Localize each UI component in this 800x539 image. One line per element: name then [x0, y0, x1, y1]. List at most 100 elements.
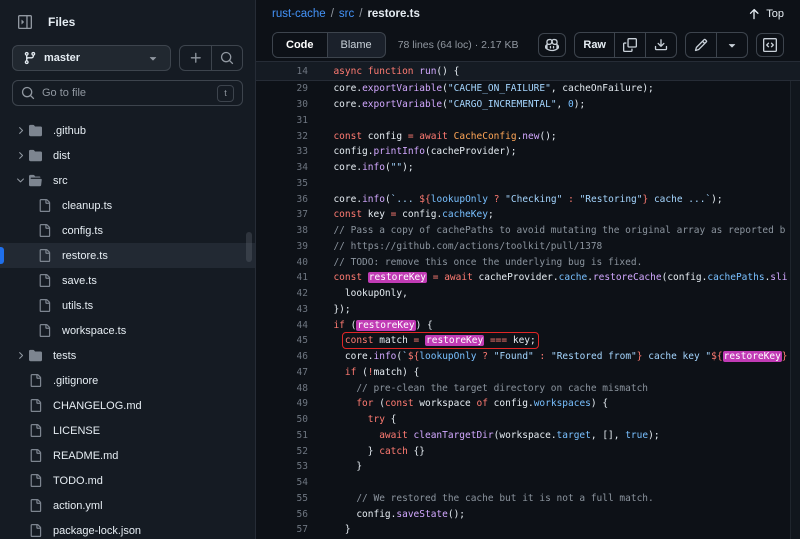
add-file-button[interactable] — [180, 46, 211, 70]
code-line-content: for (const workspace of config.workspace… — [322, 398, 608, 409]
tree-item-TODO.md[interactable]: TODO.md — [0, 468, 255, 493]
code-line: 40 // TODO: remove this once the underly… — [256, 254, 800, 270]
breadcrumb-repo-link[interactable]: rust-cache — [272, 8, 326, 20]
tree-item-save.ts[interactable]: save.ts — [0, 268, 255, 293]
line-number[interactable]: 42 — [256, 288, 308, 299]
code-line-content: } — [322, 524, 351, 535]
file-icon — [29, 498, 45, 514]
line-number[interactable]: 37 — [256, 209, 308, 220]
line-number[interactable]: 36 — [256, 194, 308, 205]
tree-item-label: dist — [53, 150, 70, 162]
line-number[interactable]: 40 — [256, 257, 308, 268]
shortcut-key-hint: t — [217, 85, 234, 102]
tree-item-.gitignore[interactable]: .gitignore — [0, 368, 255, 393]
line-number[interactable]: 29 — [256, 83, 308, 94]
code-line: 48 // pre-clean the target directory on … — [256, 380, 800, 396]
code-line-content: config.printInfo(cacheProvider); — [322, 146, 517, 157]
sidebar-scrollbar-thumb[interactable] — [246, 232, 252, 262]
line-number[interactable]: 35 — [256, 178, 308, 189]
edit-dropdown-button[interactable] — [716, 33, 747, 57]
tree-item-tests[interactable]: tests — [0, 343, 255, 368]
download-button[interactable] — [645, 33, 676, 57]
tree-item-README.md[interactable]: README.md — [0, 443, 255, 468]
line-number[interactable]: 55 — [256, 493, 308, 504]
folder-icon — [29, 123, 45, 139]
line-number[interactable]: 45 — [256, 335, 308, 346]
tree-item-config.ts[interactable]: config.ts — [0, 218, 255, 243]
tree-item-utils.ts[interactable]: utils.ts — [0, 293, 255, 318]
tree-item-restore.ts[interactable]: restore.ts — [0, 243, 255, 268]
code-line: 31 — [256, 113, 800, 129]
code-line: 39 // https://github.com/actions/toolkit… — [256, 239, 800, 255]
tree-item-CHANGELOG.md[interactable]: CHANGELOG.md — [0, 393, 255, 418]
copilot-button[interactable] — [538, 33, 566, 57]
line-number[interactable]: 54 — [256, 477, 308, 488]
line-number[interactable]: 46 — [256, 351, 308, 362]
line-number[interactable]: 47 — [256, 367, 308, 378]
symbols-panel-button[interactable] — [756, 33, 784, 57]
line-number[interactable]: 33 — [256, 146, 308, 157]
line-number[interactable]: 51 — [256, 430, 308, 441]
line-number[interactable]: 50 — [256, 414, 308, 425]
tree-item-dist[interactable]: dist — [0, 143, 255, 168]
breadcrumb-src-link[interactable]: src — [339, 8, 354, 20]
tree-item-label: package-lock.json — [53, 525, 141, 537]
line-number[interactable]: 30 — [256, 99, 308, 110]
code-scrollbar-track[interactable] — [790, 62, 800, 539]
branch-selector[interactable]: master — [12, 45, 171, 71]
line-number[interactable]: 48 — [256, 383, 308, 394]
line-number[interactable]: 56 — [256, 509, 308, 520]
line-number[interactable]: 32 — [256, 131, 308, 142]
breadcrumb-current-file: restore.ts — [367, 8, 419, 20]
tree-item-.github[interactable]: .github — [0, 118, 255, 143]
line-number[interactable]: 31 — [256, 115, 308, 126]
code-line: 29 core.exportVariable("CACHE_ON_FAILURE… — [256, 81, 800, 97]
search-match-highlight: restoreKey — [356, 320, 415, 331]
tree-item-src[interactable]: src — [0, 168, 255, 193]
line-number[interactable]: 38 — [256, 225, 308, 236]
tree-item-LICENSE[interactable]: LICENSE — [0, 418, 255, 443]
collapse-file-tree-button[interactable] — [12, 9, 38, 35]
line-number[interactable]: 39 — [256, 241, 308, 252]
scroll-to-top-button[interactable]: Top — [747, 7, 784, 21]
tab-code[interactable]: Code — [273, 33, 328, 57]
breadcrumb-separator: / — [359, 8, 362, 20]
code-line: 42 lookupOnly, — [256, 286, 800, 302]
line-number[interactable]: 52 — [256, 446, 308, 457]
line-number[interactable]: 41 — [256, 272, 308, 283]
tree-item-label: cleanup.ts — [62, 200, 112, 212]
folder-icon — [29, 148, 45, 164]
code-line-content: } — [322, 461, 362, 472]
code-line: 33 config.printInfo(cacheProvider); — [256, 144, 800, 160]
tree-item-label: src — [53, 175, 68, 187]
edit-file-button[interactable] — [686, 33, 716, 57]
code-line-content: // https://github.com/actions/toolkit/pu… — [322, 241, 602, 252]
line-number[interactable]: 49 — [256, 398, 308, 409]
tree-item-workspace.ts[interactable]: workspace.ts — [0, 318, 255, 343]
file-icon — [29, 523, 45, 539]
line-number[interactable]: 57 — [256, 524, 308, 535]
tab-blame[interactable]: Blame — [328, 33, 385, 57]
line-number[interactable]: 44 — [256, 320, 308, 331]
copy-raw-button[interactable] — [614, 33, 645, 57]
line-number[interactable]: 14 — [256, 66, 308, 77]
file-icon — [29, 473, 45, 489]
search-icon — [220, 51, 234, 65]
plus-icon — [189, 51, 203, 65]
line-number[interactable]: 43 — [256, 304, 308, 315]
raw-button[interactable]: Raw — [575, 33, 614, 57]
tree-item-label: utils.ts — [62, 300, 93, 312]
raw-label: Raw — [583, 39, 606, 51]
line-number[interactable]: 34 — [256, 162, 308, 173]
toolbar-actions: Raw — [538, 32, 784, 58]
search-this-repo-button[interactable] — [211, 46, 242, 70]
tree-item-cleanup.ts[interactable]: cleanup.ts — [0, 193, 255, 218]
go-to-file-input[interactable] — [42, 87, 210, 99]
code-line-content: lookupOnly, — [322, 288, 408, 299]
line-number[interactable]: 53 — [256, 461, 308, 472]
code-blame-tabs: Code Blame — [272, 32, 386, 58]
tree-item-package-lock.json[interactable]: package-lock.json — [0, 518, 255, 539]
tree-item-label: README.md — [53, 450, 118, 462]
tree-item-action.yml[interactable]: action.yml — [0, 493, 255, 518]
code-viewer[interactable]: 14 async function run() { 29 core.export… — [256, 62, 800, 539]
